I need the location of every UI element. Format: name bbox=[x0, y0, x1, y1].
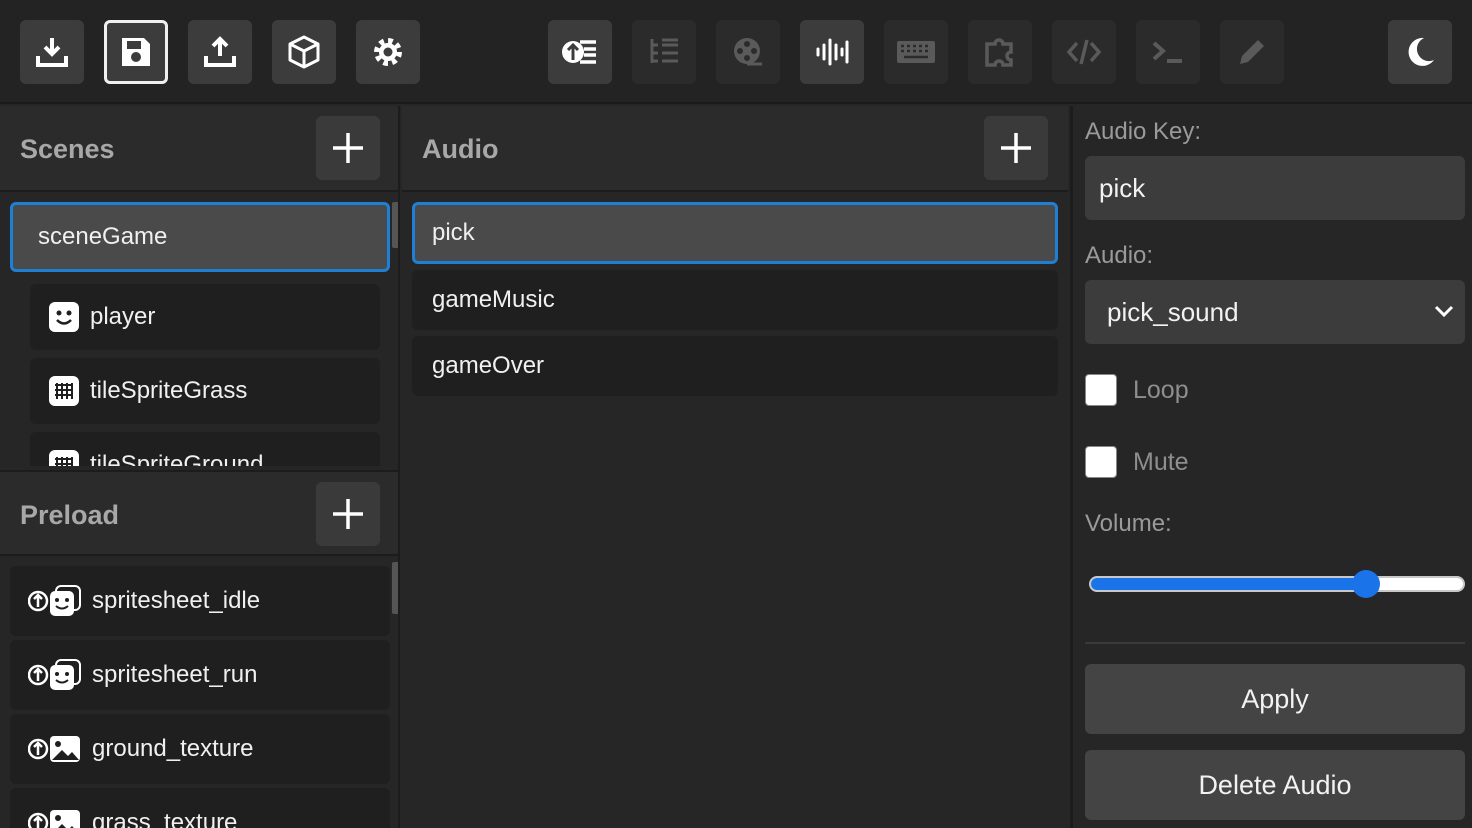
list-tree-icon bbox=[650, 38, 678, 63]
keyboard-icon bbox=[897, 41, 935, 63]
toolbar bbox=[0, 0, 1472, 104]
audio-item-gamemusic[interactable]: gameMusic bbox=[412, 270, 1058, 330]
scene-object-player[interactable]: player bbox=[30, 284, 380, 350]
scenes-title: Scenes bbox=[20, 134, 115, 164]
terminal-tab-button[interactable] bbox=[1136, 20, 1200, 84]
preload-item[interactable]: grass_texture bbox=[10, 788, 390, 828]
chevron-down-icon bbox=[1434, 305, 1454, 318]
volume-slider-thumb[interactable] bbox=[1352, 570, 1381, 598]
plus-icon bbox=[333, 499, 363, 529]
volume-label: Volume: bbox=[1085, 510, 1172, 537]
audio-waveform-icon bbox=[816, 38, 849, 66]
list-item-label: spritesheet_run bbox=[92, 661, 258, 688]
draw-tab-button[interactable] bbox=[1220, 20, 1284, 84]
mute-label: Mute bbox=[1133, 448, 1189, 476]
list-item-label: gameMusic bbox=[432, 286, 555, 313]
grid-icon bbox=[48, 375, 80, 407]
terminal-icon bbox=[1152, 41, 1182, 63]
list-item-label: sceneGame bbox=[38, 223, 168, 250]
list-item-label: player bbox=[90, 303, 156, 330]
scene-object-tilespriteground[interactable]: tileSpriteGround bbox=[30, 432, 380, 466]
preload-item[interactable]: spritesheet_run bbox=[10, 640, 390, 710]
scenes-header: Scenes bbox=[0, 106, 398, 192]
list-item-label: spritesheet_idle bbox=[92, 587, 261, 614]
mute-checkbox[interactable] bbox=[1085, 446, 1117, 478]
download-button[interactable] bbox=[20, 20, 84, 84]
download-icon bbox=[36, 38, 68, 67]
audio-key-label: Audio Key: bbox=[1085, 118, 1202, 145]
upload-image-icon bbox=[28, 732, 82, 766]
loop-checkbox[interactable] bbox=[1085, 374, 1117, 406]
upload-spritesheet-icon bbox=[28, 584, 82, 618]
preload-item[interactable]: spritesheet_idle bbox=[10, 566, 390, 636]
film-reel-icon bbox=[734, 38, 762, 66]
loop-label: Loop bbox=[1133, 376, 1189, 404]
upload-image-icon bbox=[28, 806, 82, 828]
list-item-label: grass_texture bbox=[92, 809, 238, 828]
moon-icon bbox=[1408, 37, 1434, 66]
preload-list: spritesheet_idle spritesheet_run ground_… bbox=[0, 558, 398, 828]
cube-button[interactable] bbox=[272, 20, 336, 84]
scenes-list: sceneGame player tileSpriteGrass tileSpr… bbox=[0, 194, 398, 466]
delete-audio-button[interactable]: Delete Audio bbox=[1085, 750, 1465, 820]
audio-select-value: pick_sound bbox=[1107, 296, 1239, 327]
code-tab-button[interactable] bbox=[1052, 20, 1116, 84]
hierarchy-tab-button[interactable] bbox=[632, 20, 696, 84]
add-scene-button[interactable] bbox=[316, 116, 380, 180]
add-audio-button[interactable] bbox=[984, 116, 1048, 180]
plus-icon bbox=[333, 133, 363, 163]
cube-icon bbox=[288, 35, 320, 69]
list-item-label: tileSpriteGrass bbox=[90, 377, 248, 404]
list-item-label: tileSpriteGround bbox=[90, 451, 264, 466]
upload-preload-icon bbox=[562, 40, 596, 64]
save-icon bbox=[122, 38, 150, 66]
gear-icon bbox=[374, 38, 402, 66]
audio-panel: Audio pick gameMusic gameOver bbox=[402, 106, 1068, 828]
audio-select[interactable]: pick_sound bbox=[1085, 280, 1465, 344]
volume-slider[interactable] bbox=[1089, 570, 1465, 598]
audio-tab-button[interactable] bbox=[800, 20, 864, 84]
volume-slider-fill bbox=[1091, 578, 1367, 590]
list-item-label: ground_texture bbox=[92, 735, 254, 762]
puzzle-icon bbox=[985, 38, 1013, 67]
audio-header: Audio bbox=[402, 106, 1068, 192]
list-item-label: gameOver bbox=[432, 352, 545, 379]
audio-item-pick[interactable]: pick bbox=[412, 202, 1058, 264]
plus-icon bbox=[1001, 133, 1031, 163]
preload-header: Preload bbox=[0, 470, 398, 556]
theme-toggle-button[interactable] bbox=[1388, 20, 1452, 84]
scenes-scrollbar[interactable] bbox=[392, 202, 398, 248]
save-button[interactable] bbox=[104, 20, 168, 84]
upload-icon bbox=[204, 36, 236, 67]
audio-key-input[interactable]: pick bbox=[1085, 156, 1465, 220]
apply-button[interactable]: Apply bbox=[1085, 664, 1465, 734]
audio-item-gameover[interactable]: gameOver bbox=[412, 336, 1058, 396]
grid-icon bbox=[48, 449, 80, 466]
preload-title: Preload bbox=[20, 500, 120, 530]
animation-tab-button[interactable] bbox=[716, 20, 780, 84]
audio-select-label: Audio: bbox=[1085, 242, 1154, 269]
preload-item[interactable]: ground_texture bbox=[10, 714, 390, 784]
list-item-label: pick bbox=[432, 219, 475, 246]
audio-title: Audio bbox=[422, 134, 499, 164]
upload-button[interactable] bbox=[188, 20, 252, 84]
pencil-icon bbox=[1240, 40, 1264, 64]
code-icon bbox=[1066, 39, 1102, 65]
settings-button[interactable] bbox=[356, 20, 420, 84]
inspector-panel: Audio Key: pick Audio: pick_sound Loop M… bbox=[1070, 106, 1472, 828]
left-panel: Scenes sceneGame player tileSpriteGrass … bbox=[0, 106, 400, 828]
scene-item-scenegame[interactable]: sceneGame bbox=[10, 202, 390, 272]
scene-object-tilespritegrass[interactable]: tileSpriteGrass bbox=[30, 358, 380, 424]
add-preload-button[interactable] bbox=[316, 482, 380, 546]
preload-scrollbar[interactable] bbox=[392, 562, 398, 614]
preload-tab-button[interactable] bbox=[548, 20, 612, 84]
upload-spritesheet-icon bbox=[28, 658, 82, 692]
divider bbox=[1085, 642, 1465, 644]
smile-icon bbox=[48, 301, 80, 333]
plugins-tab-button[interactable] bbox=[968, 20, 1032, 84]
input-tab-button[interactable] bbox=[884, 20, 948, 84]
